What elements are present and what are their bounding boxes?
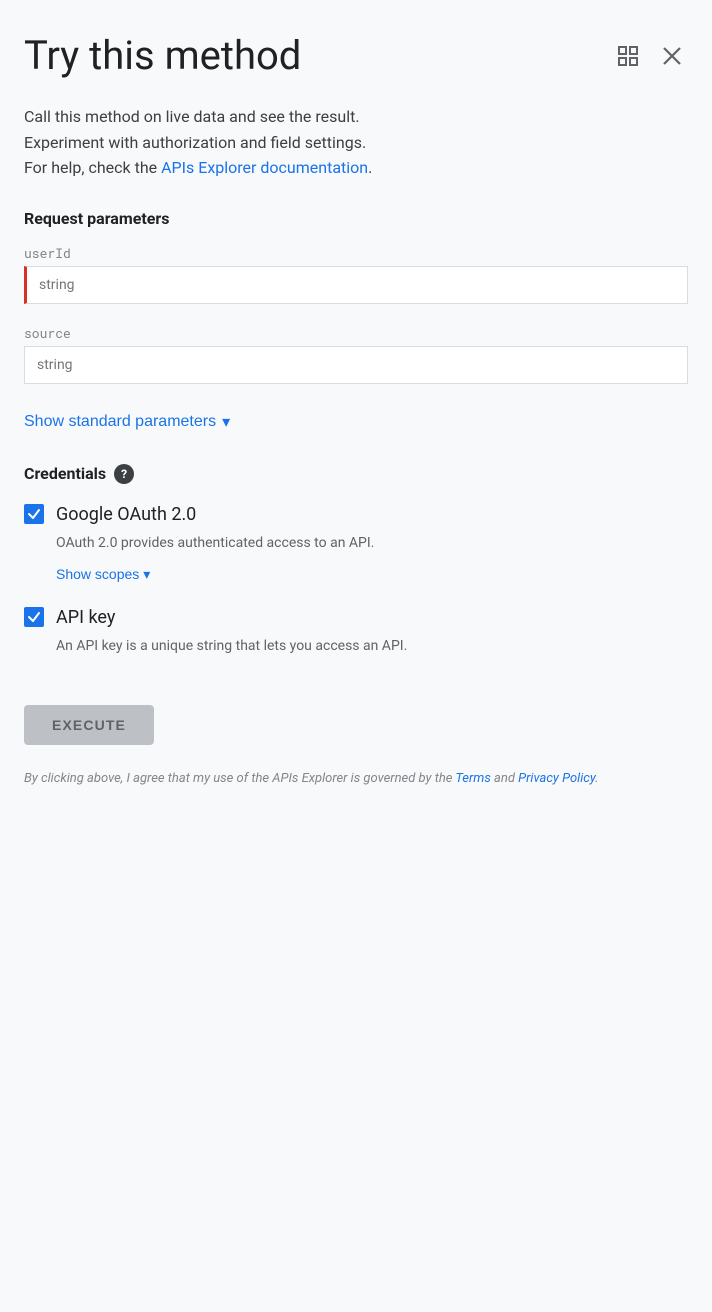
show-scopes-button[interactable]: Show scopes ▾ [56, 562, 150, 587]
footer-text: By clicking above, I agree that my use o… [24, 769, 688, 790]
credentials-section: Credentials ? Google OAuth 2.0 OAuth 2.0… [24, 464, 688, 657]
show-scopes-label: Show scopes [56, 566, 139, 582]
footer-and: and [491, 771, 518, 786]
try-this-method-panel: Try this method Call this method on live… [0, 0, 712, 1312]
source-label: source [24, 324, 688, 342]
userid-label: userId [24, 244, 688, 262]
footer-prefix: By clicking above, I agree that my use o… [24, 771, 455, 786]
oauth-desc: OAuth 2.0 provides authenticated access … [56, 533, 688, 554]
header-icons [612, 40, 688, 72]
credentials-header: Credentials ? [24, 464, 688, 484]
oauth-credential-item: Google OAuth 2.0 OAuth 2.0 provides auth… [24, 504, 688, 587]
apikey-credential-item: API key An API key is a unique string th… [24, 607, 688, 657]
description-suffix: . [368, 158, 372, 177]
userid-field-wrapper: userId [24, 244, 688, 304]
show-standard-params-button[interactable]: Show standard parameters ▾ [24, 404, 230, 440]
apikey-desc: An API key is a unique string that lets … [56, 636, 688, 657]
apikey-name: API key [56, 607, 115, 628]
chevron-down-icon: ▾ [222, 412, 230, 432]
oauth-checkbox[interactable] [24, 504, 44, 524]
credentials-help-icon[interactable]: ? [114, 464, 134, 484]
request-parameters-title: Request parameters [24, 209, 688, 228]
execute-button[interactable]: EXECUTE [24, 705, 154, 745]
panel-header: Try this method [24, 32, 688, 80]
apikey-checkbox[interactable] [24, 607, 44, 627]
source-input[interactable] [24, 346, 688, 384]
userid-input[interactable] [24, 266, 688, 304]
description-line1: Call this method on live data and see th… [24, 104, 688, 130]
description-block: Call this method on live data and see th… [24, 104, 688, 181]
close-button[interactable] [656, 40, 688, 72]
oauth-name: Google OAuth 2.0 [56, 504, 196, 525]
oauth-checkbox-row: Google OAuth 2.0 [24, 504, 688, 525]
footer-suffix: . [595, 771, 598, 786]
credentials-title: Credentials [24, 464, 106, 483]
scopes-chevron-icon: ▾ [143, 566, 150, 583]
privacy-link[interactable]: Privacy Policy [518, 771, 595, 786]
description-line3: For help, check the APIs Explorer docume… [24, 155, 688, 181]
terms-link[interactable]: Terms [455, 771, 490, 786]
description-prefix: For help, check the [24, 158, 161, 177]
apikey-checkbox-row: API key [24, 607, 688, 628]
request-parameters-section: Request parameters userId source Show st… [24, 209, 688, 440]
expand-button[interactable] [612, 40, 644, 72]
panel-title: Try this method [24, 32, 612, 80]
source-field-wrapper: source [24, 324, 688, 384]
description-line2: Experiment with authorization and field … [24, 130, 688, 156]
apis-explorer-link[interactable]: APIs Explorer documentation [161, 158, 368, 177]
show-standard-params-label: Show standard parameters [24, 413, 216, 431]
